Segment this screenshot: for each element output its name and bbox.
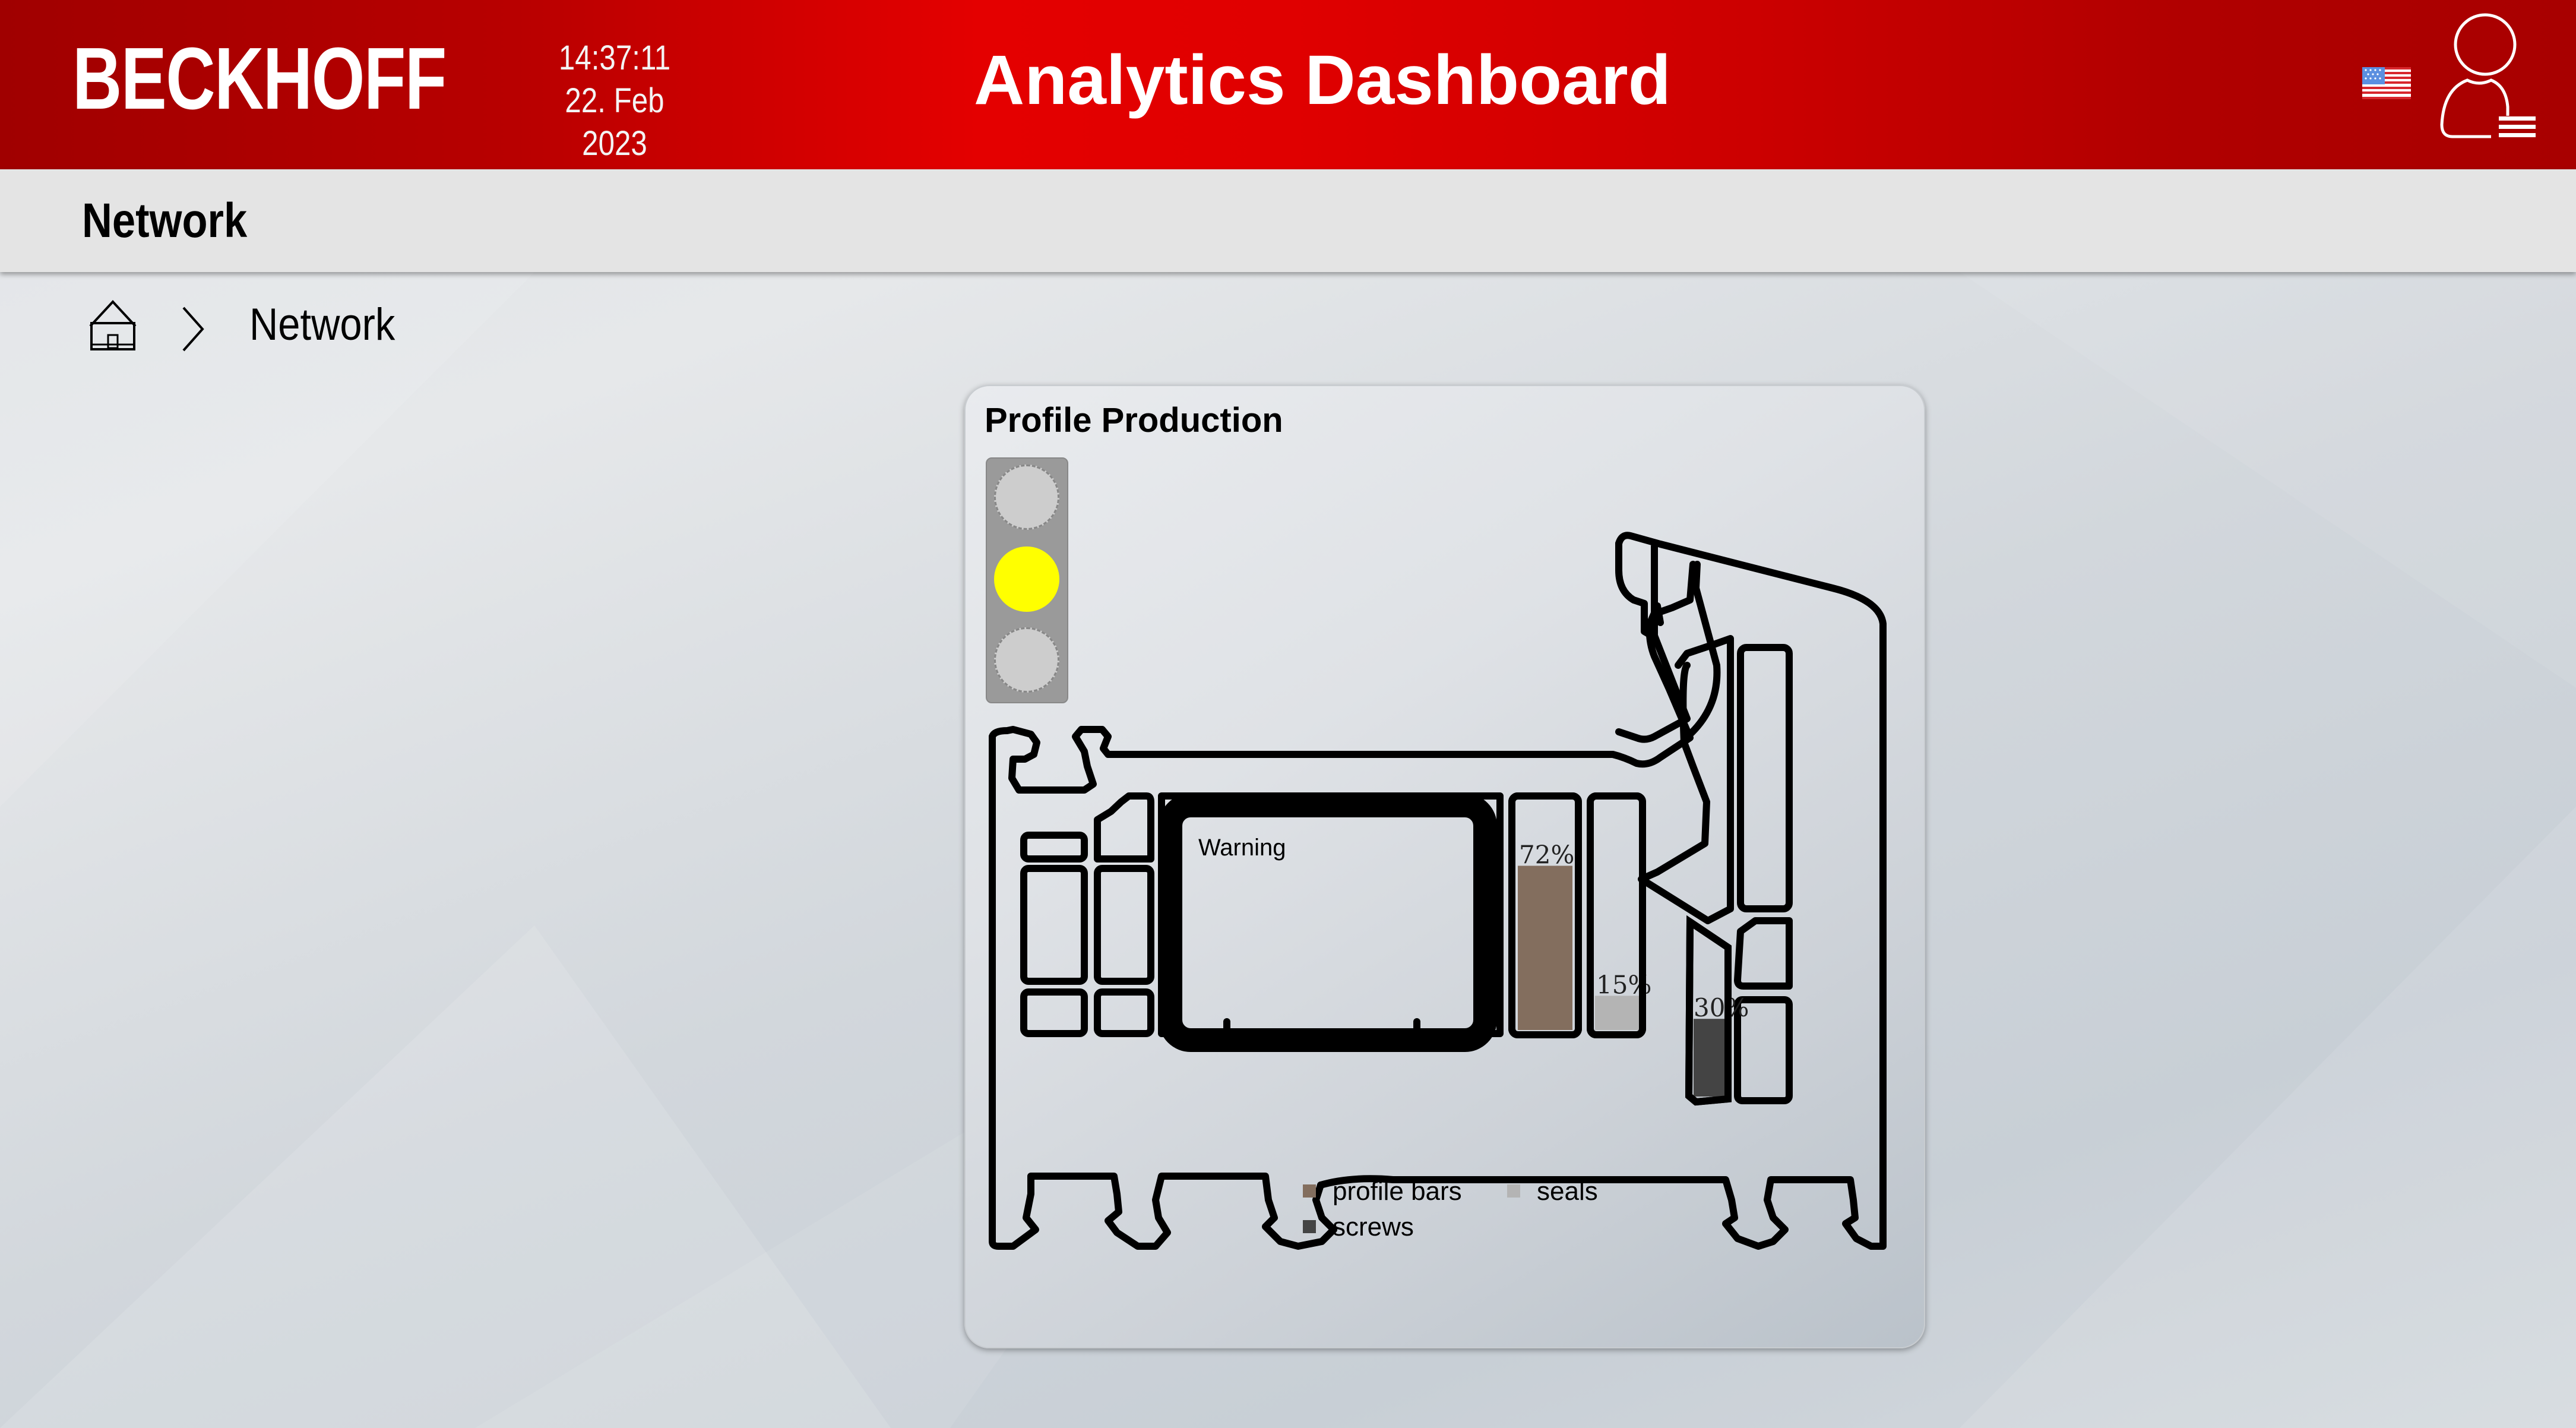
level-bar-screws (1694, 1019, 1724, 1097)
profile-chamber-right-tall (1737, 644, 1793, 912)
profile-chamber-center-frame (1158, 792, 1504, 1037)
profile-chamber-l6 (1094, 988, 1154, 1037)
app-title: Analytics Dashboard (974, 41, 1671, 119)
level-bars: 72%15%30% (1508, 792, 1749, 1106)
clock-time: 14:37:11 (558, 39, 671, 77)
profile-production-card: Profile Production Warning 72% 15% 30% p… (964, 385, 1925, 1348)
warning-label: Warning (1198, 835, 1286, 861)
profile-chamber-l2 (1094, 792, 1154, 863)
profile-diagram: Warning 72%15%30% profile bars seals screw… (989, 532, 1887, 1250)
level-bar-profile-bars (1518, 865, 1572, 1030)
profile-chamber-l3 (1020, 865, 1088, 985)
legend: profile bars seals screws (1303, 1177, 1598, 1241)
breadcrumb-current: Network (249, 299, 395, 350)
legend-swatch-screws (1303, 1220, 1316, 1233)
clock-date: 22. Feb 2023 (565, 81, 664, 163)
legend-swatch-profile-bars (1303, 1184, 1316, 1198)
profile-chamber-l4 (1094, 865, 1154, 985)
beckhoff-logo: BECKHOFF (72, 30, 447, 128)
clock: 14:37:11 22. Feb 2023 (523, 37, 707, 165)
profile-outline-top-left (989, 561, 1697, 794)
profile-chamber-l1 (1020, 832, 1088, 863)
profile-chamber-right-mid (1734, 917, 1793, 990)
profile-chamber-l5 (1020, 988, 1088, 1037)
legend-label-screws: screws (1333, 1212, 1414, 1241)
legend-label-seals: seals (1537, 1177, 1598, 1206)
level-label-profile-bars: 72% (1519, 841, 1574, 870)
us-flag-icon[interactable] (2362, 67, 2411, 99)
navigation-bar: Network (0, 169, 2576, 272)
profile-outline-crown (1615, 540, 1655, 639)
legend-label-profile-bars: profile bars (1333, 1177, 1462, 1206)
home-icon[interactable] (88, 299, 138, 352)
user-menu-icon[interactable] (2432, 12, 2539, 149)
page-title: Network (82, 194, 248, 248)
app-header: BECKHOFF 14:37:11 22. Feb 2023 Analytics… (0, 0, 2576, 169)
level-bar-seals (1595, 996, 1639, 1030)
legend-swatch-seals (1507, 1184, 1520, 1198)
chevron-right-icon (182, 307, 204, 352)
level-label-screws: 30% (1694, 993, 1749, 1022)
